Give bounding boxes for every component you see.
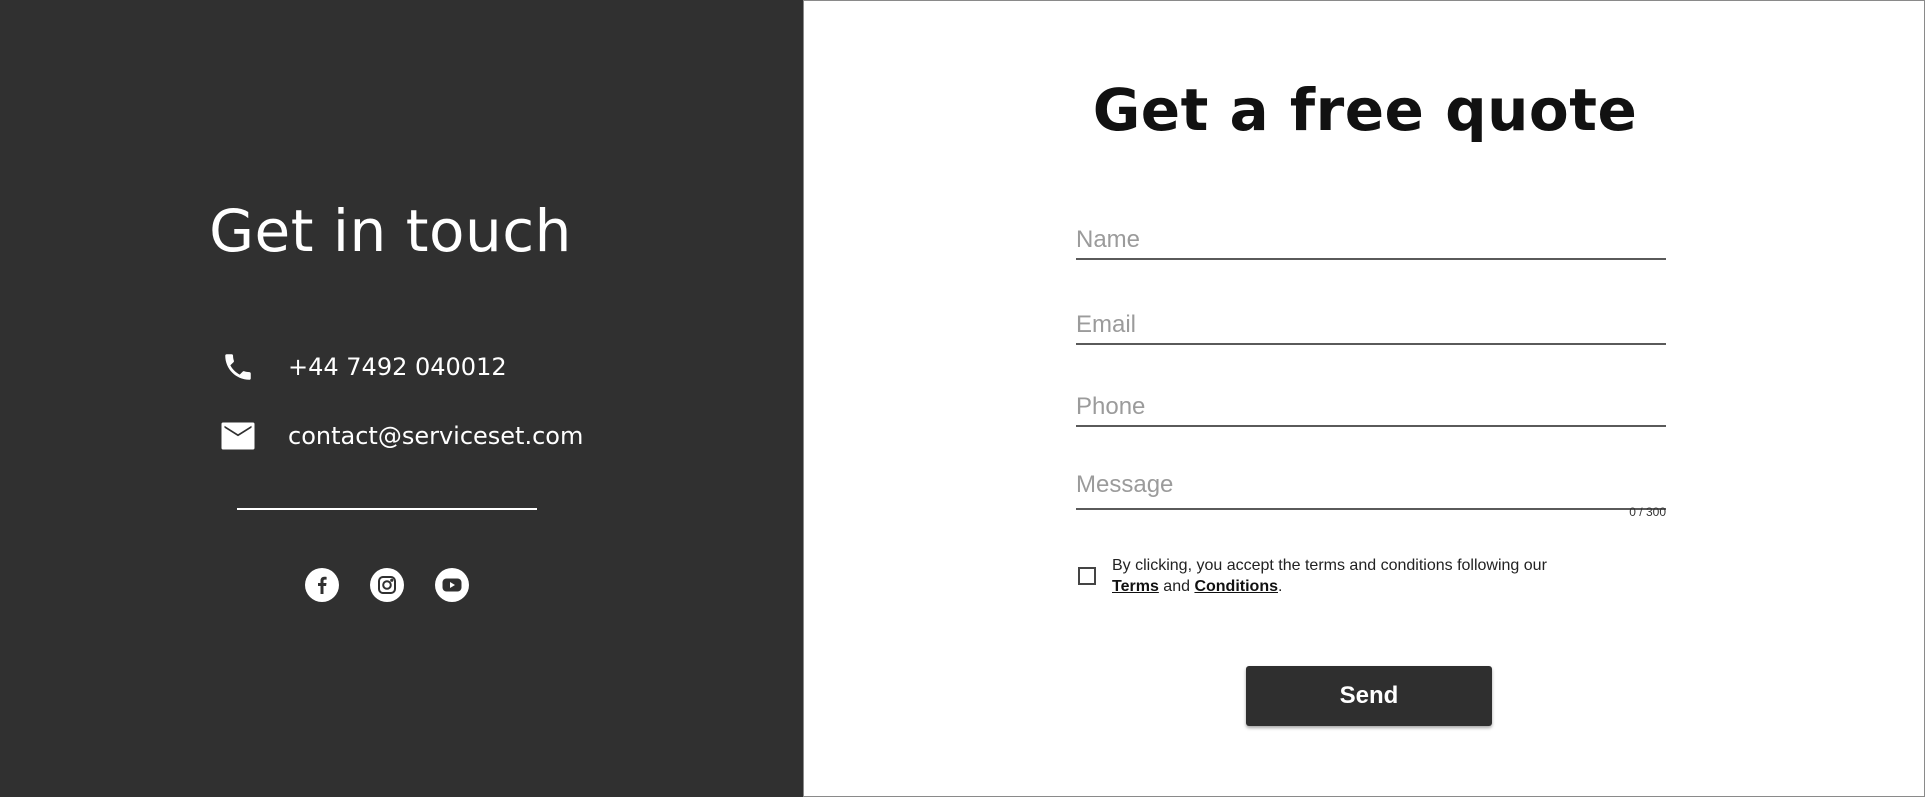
phone-field bbox=[1076, 393, 1666, 427]
quote-form-panel: Get a free quote 0 / 300 By clicking, yo… bbox=[803, 0, 1925, 797]
mail-icon bbox=[220, 418, 256, 454]
youtube-icon[interactable] bbox=[435, 568, 469, 602]
instagram-icon[interactable] bbox=[370, 568, 404, 602]
email-field bbox=[1076, 311, 1666, 345]
terms-link[interactable]: Terms bbox=[1112, 578, 1159, 595]
facebook-icon[interactable] bbox=[305, 568, 339, 602]
terms-checkbox[interactable] bbox=[1078, 567, 1096, 585]
terms-sentence: By clicking, you accept the terms and co… bbox=[1112, 557, 1547, 574]
email-input[interactable] bbox=[1076, 311, 1666, 343]
terms-consent: By clicking, you accept the terms and co… bbox=[1078, 555, 1598, 597]
form-title: Get a free quote bbox=[1092, 76, 1638, 144]
character-counter: 0 / 300 bbox=[1629, 505, 1666, 519]
email-address[interactable]: contact@serviceset.com bbox=[288, 422, 583, 450]
terms-end: . bbox=[1278, 578, 1283, 595]
send-button[interactable]: Send bbox=[1246, 666, 1492, 726]
email-row: contact@serviceset.com bbox=[220, 416, 583, 456]
name-field bbox=[1076, 226, 1666, 260]
terms-and: and bbox=[1163, 578, 1190, 595]
name-input[interactable] bbox=[1076, 226, 1666, 258]
phone-row: +44 7492 040012 bbox=[220, 347, 507, 387]
phone-input[interactable] bbox=[1076, 393, 1666, 425]
contact-panel: Get in touch +44 7492 040012 contact@ser… bbox=[0, 0, 803, 797]
message-input[interactable] bbox=[1076, 470, 1666, 503]
contact-page: Get in touch +44 7492 040012 contact@ser… bbox=[0, 0, 1925, 797]
conditions-link[interactable]: Conditions bbox=[1194, 578, 1278, 595]
divider bbox=[237, 508, 537, 510]
message-field bbox=[1076, 470, 1666, 510]
phone-icon bbox=[220, 349, 256, 385]
social-links bbox=[305, 568, 469, 602]
phone-number[interactable]: +44 7492 040012 bbox=[288, 353, 507, 381]
terms-text: By clicking, you accept the terms and co… bbox=[1112, 555, 1547, 597]
contact-title: Get in touch bbox=[209, 197, 572, 265]
